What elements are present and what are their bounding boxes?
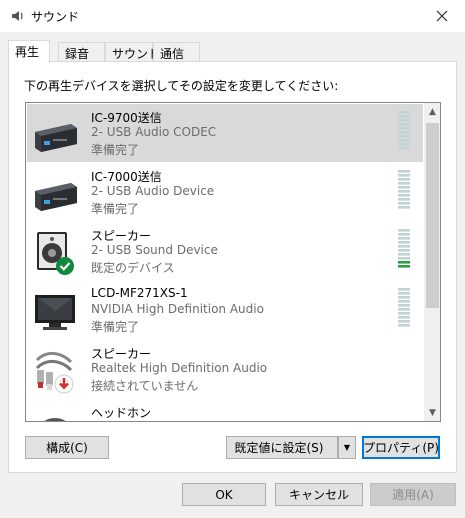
device-list-scrollbar[interactable]: ▲ ▼: [424, 103, 440, 421]
configure-button[interactable]: 構成(C): [25, 436, 109, 459]
meter-segment: [398, 178, 410, 181]
scroll-down-arrow[interactable]: ▼: [424, 404, 440, 421]
headphones-icon: [44, 418, 66, 421]
meter-segment: [398, 288, 410, 291]
device-name: IC-7000送信: [91, 170, 162, 184]
device-description: Realtek High Definition Audio: [91, 361, 268, 375]
device-name: スピーカー: [91, 347, 152, 361]
meter-segment: [398, 131, 410, 134]
meter-segment: [398, 253, 410, 256]
meter-segment: [398, 147, 410, 150]
meter-segment: [398, 304, 410, 307]
device-description: NVIDIA High Definition Audio: [91, 302, 264, 316]
tab-communications[interactable]: 通信: [153, 42, 200, 62]
meter-segment: [398, 229, 410, 232]
meter-segment: [398, 308, 410, 311]
meter-segment: [398, 202, 410, 205]
device-row[interactable]: ヘッドホン: [27, 399, 423, 421]
cancel-button[interactable]: キャンセル: [275, 483, 363, 506]
volume-meter: [398, 111, 410, 150]
meter-segment: [398, 296, 410, 299]
meter-segment: [398, 194, 410, 197]
meter-segment: [398, 111, 410, 114]
meter-segment: [398, 170, 410, 173]
volume-meter: [398, 170, 410, 209]
meter-segment: [398, 324, 410, 327]
meter-segment: [398, 123, 410, 126]
title-bar: サウンド: [0, 0, 465, 32]
meter-segment: [398, 292, 410, 295]
usb-audio-device-icon: [35, 183, 77, 211]
device-row[interactable]: IC-9700送信 2- USB Audio CODEC 準備完了: [27, 104, 423, 162]
meter-segment: [398, 115, 410, 118]
meter-segment: [398, 249, 410, 252]
tab-playback[interactable]: 再生: [8, 40, 50, 63]
meter-segment: [398, 143, 410, 146]
ok-button[interactable]: OK: [182, 483, 266, 506]
device-status: 既定のデバイス: [91, 261, 175, 275]
device-status: 接続されていません: [91, 379, 199, 393]
meter-segment: [398, 237, 410, 240]
meter-segment: [398, 135, 410, 138]
device-name: スピーカー: [91, 229, 152, 243]
meter-segment: [398, 320, 410, 323]
scroll-thumb[interactable]: [426, 123, 439, 308]
close-button[interactable]: [419, 0, 465, 32]
meter-segment: [398, 198, 410, 201]
monitor-icon: [35, 295, 75, 330]
rca-cable-disconnected-icon: [35, 352, 74, 394]
instruction-text: 下の再生デバイスを選択してその設定を変更してください:: [24, 79, 339, 93]
meter-segment: [398, 245, 410, 248]
meter-segment: [398, 265, 410, 268]
meter-segment: [398, 139, 410, 142]
window-title: サウンド: [31, 10, 80, 24]
apply-button[interactable]: 適用(A): [370, 483, 456, 506]
device-name: ヘッドホン: [91, 406, 152, 420]
scroll-up-arrow[interactable]: ▲: [424, 103, 440, 120]
properties-button[interactable]: プロパティ(P): [362, 436, 440, 459]
meter-segment: [398, 261, 410, 264]
chevron-down-icon: ▼: [343, 443, 351, 452]
device-status: 準備完了: [91, 320, 140, 334]
device-row[interactable]: IC-7000送信 2- USB Audio Device 準備完了: [27, 163, 423, 221]
device-name: LCD-MF271XS-1: [91, 286, 188, 300]
device-name: IC-9700送信: [91, 111, 162, 125]
meter-segment: [398, 241, 410, 244]
meter-segment: [398, 182, 410, 185]
close-icon: [436, 10, 448, 22]
volume-meter: [398, 288, 410, 327]
speaker-icon: [12, 11, 23, 21]
device-row[interactable]: スピーカー 2- USB Sound Device 既定のデバイス: [27, 222, 423, 280]
device-list[interactable]: IC-9700送信 2- USB Audio CODEC 準備完了 IC-700…: [25, 102, 441, 422]
volume-meter: [398, 229, 410, 268]
usb-audio-device-icon: [35, 124, 77, 152]
meter-segment: [398, 316, 410, 319]
tab-recording[interactable]: 録音: [58, 42, 105, 62]
device-description: 2- USB Sound Device: [91, 243, 218, 257]
meter-segment: [398, 127, 410, 130]
meter-segment: [398, 119, 410, 122]
tab-sounds[interactable]: サウンド: [105, 42, 160, 62]
meter-segment: [398, 206, 410, 209]
device-description: 2- USB Audio CODEC: [91, 125, 217, 139]
set-default-button[interactable]: 既定値に設定(S): [226, 436, 338, 459]
meter-segment: [398, 186, 410, 189]
device-row[interactable]: LCD-MF271XS-1 NVIDIA High Definition Aud…: [27, 281, 423, 339]
device-status: 準備完了: [91, 143, 140, 157]
meter-segment: [398, 312, 410, 315]
speaker-default-icon: [37, 232, 74, 275]
meter-segment: [398, 257, 410, 260]
device-description: 2- USB Audio Device: [91, 184, 215, 198]
playback-panel: 下の再生デバイスを選択してその設定を変更してください: IC-9700送信 2-…: [8, 61, 457, 473]
meter-segment: [398, 300, 410, 303]
meter-segment: [398, 233, 410, 236]
set-default-dropdown[interactable]: ▼: [338, 436, 356, 459]
device-status: 準備完了: [91, 202, 140, 216]
meter-segment: [398, 190, 410, 193]
device-row[interactable]: スピーカー Realtek High Definition Audio 接続され…: [27, 340, 423, 398]
meter-segment: [398, 174, 410, 177]
